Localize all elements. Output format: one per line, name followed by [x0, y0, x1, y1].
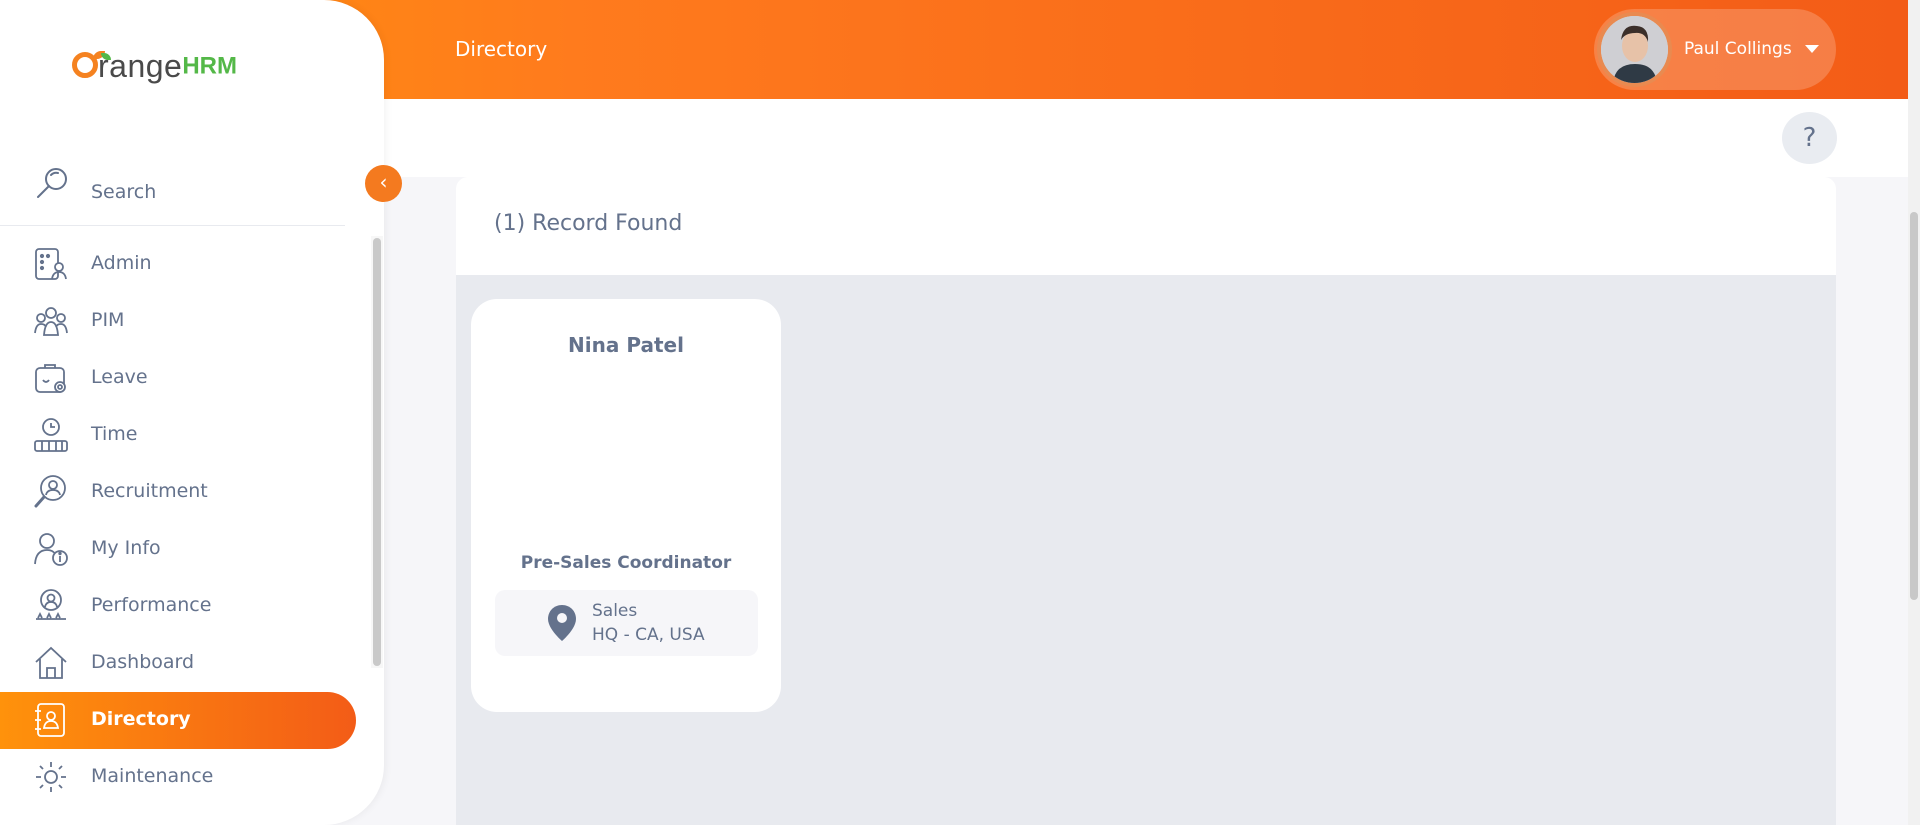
recruitment-icon	[34, 475, 66, 508]
sidebar-item-dashboard[interactable]: Dashboard	[0, 635, 356, 692]
user-name: Paul Collings	[1684, 39, 1792, 59]
my-info-icon	[34, 533, 68, 566]
chevron-down-icon	[1805, 45, 1819, 53]
employee-job-title: Pre-Sales Coordinator	[520, 553, 732, 573]
employee-location-box: Sales HQ - CA, USA	[495, 590, 758, 656]
records-found-header: (1) Record Found	[456, 177, 1836, 275]
sidebar-item-label: My Info	[91, 537, 161, 559]
employee-location: HQ - CA, USA	[592, 625, 705, 645]
sidebar-item-label: PIM	[91, 309, 125, 331]
sidebar-item-pim[interactable]: PIM	[0, 293, 356, 350]
sidebar-scrollbar[interactable]	[371, 236, 383, 668]
employee-photo	[576, 379, 676, 479]
sidebar-item-label: Directory	[91, 708, 191, 730]
avatar-photo	[1601, 16, 1668, 83]
leave-icon	[35, 364, 66, 393]
sidebar-menu: Admin PIM Leave Time Recruitment My Info…	[0, 236, 356, 806]
sidebar-scrollbar-thumb[interactable]	[373, 238, 381, 666]
sidebar-item-label: Admin	[91, 252, 152, 274]
sidebar-item-label: Leave	[91, 366, 148, 388]
sidebar-search-label: Search	[91, 181, 157, 203]
logo-suffix: HRM	[182, 52, 237, 80]
admin-icon	[35, 248, 67, 280]
logo-text: range	[98, 48, 183, 84]
sidebar-item-directory[interactable]: Directory	[0, 692, 356, 749]
help-button[interactable]: ?	[1782, 112, 1837, 164]
avatar[interactable]	[1597, 12, 1672, 87]
orangehrm-logo[interactable]: rangeHRM	[72, 48, 237, 85]
top-sub-bar	[384, 99, 1908, 177]
sidebar-item-leave[interactable]: Leave	[0, 350, 356, 407]
sidebar-item-label: Maintenance	[91, 765, 214, 787]
maintenance-icon	[36, 762, 66, 792]
sidebar-item-admin[interactable]: Admin	[0, 236, 356, 293]
sidebar-item-label: Performance	[91, 594, 212, 616]
employee-name: Nina Patel	[568, 333, 684, 357]
pim-icon	[34, 307, 68, 336]
sidebar-item-label: Dashboard	[91, 651, 195, 673]
sidebar-item-label: Recruitment	[91, 480, 208, 502]
sidebar-item-performance[interactable]: Performance	[0, 578, 356, 635]
sidebar: rangeHRM Search Admin PIM Leave Time Rec…	[0, 0, 384, 825]
performance-icon	[36, 589, 66, 620]
time-icon	[34, 418, 68, 452]
sidebar-collapse-button[interactable]: ‹	[365, 165, 402, 202]
search-icon	[37, 168, 67, 198]
employee-sub-unit: Sales	[592, 601, 638, 621]
page-scrollbar[interactable]	[1908, 0, 1920, 825]
page-scrollbar-thumb[interactable]	[1910, 212, 1918, 600]
records-found-text: (1) Record Found	[494, 211, 683, 236]
employee-card[interactable]: Nina Patel Pre-Sales Coordinator Sales H…	[471, 299, 781, 712]
chevron-left-icon: ‹	[379, 170, 388, 194]
location-pin-icon	[548, 605, 576, 641]
sidebar-item-my-info[interactable]: My Info	[0, 521, 356, 578]
directory-icon	[35, 703, 65, 737]
sidebar-item-recruitment[interactable]: Recruitment	[0, 464, 356, 521]
user-dropdown[interactable]: Paul Collings	[1594, 9, 1836, 90]
sidebar-item-time[interactable]: Time	[0, 407, 356, 464]
dashboard-icon	[35, 646, 67, 679]
page-title: Directory	[455, 37, 548, 61]
sidebar-item-maintenance[interactable]: Maintenance	[0, 749, 356, 806]
sidebar-item-label: Time	[91, 423, 138, 445]
logo-orange-icon	[72, 50, 111, 78]
sidebar-search[interactable]: Search	[0, 163, 345, 226]
